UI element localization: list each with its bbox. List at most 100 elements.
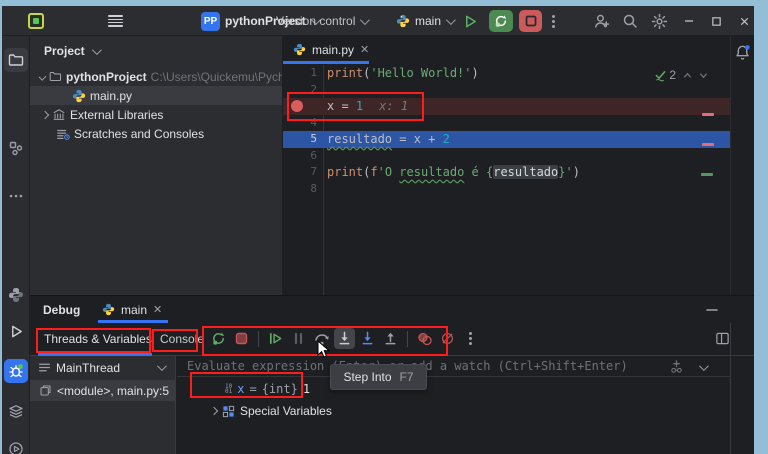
resume-icon <box>269 332 282 345</box>
resume-button[interactable] <box>265 328 286 349</box>
more-actions-button[interactable] <box>552 6 555 36</box>
run-button[interactable] <box>463 6 478 36</box>
structure-tool-button[interactable] <box>4 136 28 160</box>
mute-breakpoints-button[interactable] <box>437 328 458 349</box>
breakpoint-icon[interactable] <box>291 100 303 112</box>
scrollbar-ok-mark[interactable] <box>701 173 713 176</box>
code-line[interactable]: 1 print('Hello World!') <box>283 65 730 82</box>
tree-item-label: External Libraries <box>70 107 164 122</box>
chevron-down-icon <box>360 14 371 25</box>
scrollbar-error-mark[interactable] <box>702 113 714 116</box>
code-line[interactable]: 5 resultado = x + 2 <box>283 131 730 148</box>
main-menu-button[interactable] <box>108 6 123 36</box>
close-tab-icon[interactable]: ✕ <box>153 303 162 316</box>
chevron-down-icon <box>91 44 102 55</box>
stop-button[interactable] <box>231 328 252 349</box>
rerun-button[interactable] <box>208 328 229 349</box>
code-line[interactable]: 8 <box>283 181 730 198</box>
project-panel-header[interactable]: Project <box>44 44 102 58</box>
minimize-window-button[interactable] <box>683 6 695 36</box>
tree-item-label: Scratches and Consoles <box>74 126 205 141</box>
tree-item-label: main.py <box>90 88 133 103</box>
frame-icon <box>40 385 51 396</box>
notifications-button[interactable] <box>734 44 751 61</box>
maximize-icon <box>712 16 721 26</box>
profiler-icon <box>9 442 23 454</box>
thread-selector[interactable]: MainThread <box>30 357 176 378</box>
code-line[interactable]: 7 print(f'O resultado é {resultado}') <box>283 164 730 181</box>
code-line[interactable]: 6 <box>283 148 730 165</box>
step-into-icon <box>339 331 350 345</box>
scrollbar-error-mark[interactable] <box>702 143 714 146</box>
variable-name: x <box>237 382 245 396</box>
force-step-into-icon <box>362 331 373 345</box>
special-variables-row[interactable]: Special Variables <box>209 404 332 418</box>
folder-icon <box>49 72 62 81</box>
thread-icon <box>39 363 50 372</box>
stack-frame-row[interactable]: <module>, main.py:5 <box>30 380 176 401</box>
debug-title: Debug <box>43 296 80 323</box>
line-number[interactable]: 1 <box>283 65 317 82</box>
title-bar: PP pythonProject Version control main <box>2 6 754 36</box>
run-tool-button[interactable] <box>4 319 28 343</box>
chevron-down-icon[interactable] <box>698 361 709 372</box>
search-everywhere-button[interactable] <box>622 6 638 36</box>
more-tool-windows-button[interactable] <box>4 184 28 208</box>
line-number[interactable]: 6 <box>283 148 317 165</box>
maximize-window-button[interactable] <box>711 6 722 36</box>
evaluate-expression-field[interactable]: Evaluate expression (Enter) or add a wat… <box>177 356 730 377</box>
python-console-tool-button[interactable] <box>4 283 28 307</box>
tab-main-py[interactable]: main.py ✕ <box>283 36 379 63</box>
line-number[interactable]: 7 <box>283 164 317 181</box>
code-area[interactable]: 1 print('Hello World!') 2 x = 1 x: 1 4 5 result… <box>283 65 730 295</box>
step-out-button[interactable] <box>380 328 401 349</box>
line-number[interactable]: 8 <box>283 181 317 198</box>
project-badge: PP <box>201 11 220 31</box>
tooltip-shortcut: F7 <box>399 370 414 384</box>
tab-threads-variables[interactable]: Threads & Variables <box>44 323 152 355</box>
collapsed-icon <box>209 406 219 416</box>
tree-item-main-py[interactable]: main.py <box>30 86 282 105</box>
version-control-widget[interactable]: Version control <box>276 6 371 36</box>
variable-type: {int} <box>261 382 298 396</box>
editor[interactable]: main.py ✕ 2 1 print('Hello World!') 2 x = 1… <box>283 36 730 295</box>
tab-console[interactable]: Console <box>160 323 204 355</box>
layout-settings-button[interactable] <box>715 331 730 346</box>
debug-tool-button[interactable] <box>4 359 28 383</box>
profiler-tool-button[interactable] <box>4 437 28 454</box>
close-window-button[interactable] <box>739 6 750 36</box>
debug-title-label: Debug <box>43 302 81 317</box>
rerun-icon <box>213 332 225 345</box>
rerun-debug-button[interactable] <box>489 10 513 32</box>
add-watch-icon[interactable] <box>669 359 684 374</box>
debug-session-tab[interactable]: main ✕ <box>102 296 162 323</box>
active-tab-underline <box>283 61 369 64</box>
variable-row[interactable]: 10 01 x = {int} 1 <box>225 382 310 396</box>
folder-icon <box>8 54 24 66</box>
code-line[interactable]: x = 1 x: 1 <box>283 98 730 115</box>
code-line[interactable]: 2 <box>283 82 730 99</box>
pause-button[interactable] <box>288 328 309 349</box>
run-config-widget[interactable]: main <box>396 6 456 36</box>
hide-debug-button[interactable] <box>706 308 718 312</box>
view-breakpoints-button[interactable] <box>414 328 435 349</box>
line-number[interactable]: 5 <box>283 131 317 148</box>
stop-button[interactable] <box>519 10 542 32</box>
code-with-me-button[interactable] <box>593 6 610 36</box>
line-number[interactable]: 2 <box>283 82 317 99</box>
project-tool-button[interactable] <box>4 48 28 72</box>
debug-more-button[interactable] <box>460 328 481 349</box>
line-number[interactable]: 4 <box>283 115 317 132</box>
code-line[interactable]: 4 <box>283 115 730 132</box>
project-panel-title: Project <box>44 44 85 58</box>
settings-button[interactable] <box>651 6 668 36</box>
services-tool-button[interactable] <box>4 399 28 423</box>
close-tab-icon[interactable]: ✕ <box>360 43 369 56</box>
debug-toolbar <box>208 328 481 349</box>
force-step-into-button[interactable] <box>357 328 378 349</box>
tree-item-scratches[interactable]: Scratches and Consoles <box>30 124 282 143</box>
kebab-icon <box>469 337 472 340</box>
step-into-button[interactable] <box>334 328 355 349</box>
tree-item-root[interactable]: pythonProject C:\Users\Quickemu\Pycharm <box>30 67 282 86</box>
tree-item-external-libraries[interactable]: External Libraries <box>30 105 282 124</box>
